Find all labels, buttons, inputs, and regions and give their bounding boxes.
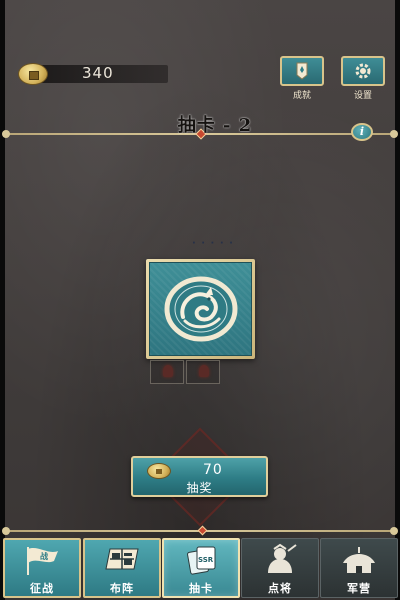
coin-icon <box>18 63 48 85</box>
gear-icon <box>355 63 371 79</box>
nav-divider <box>2 525 398 536</box>
divider-cap-left <box>2 130 10 138</box>
ssr-card-icon: SSR <box>187 546 216 575</box>
game-screen: 340 成就 设置 抽卡 - 2 i · · · · · 70 抽奖 战 征战 … <box>0 0 400 600</box>
settings-label: 设置 <box>353 91 372 101</box>
nav-item-barracks[interactable]: 军营 <box>320 538 398 598</box>
gacha-card[interactable] <box>146 259 255 359</box>
currency-value: 340 <box>82 64 114 82</box>
settings-button[interactable]: 设置 <box>341 56 385 101</box>
divider-cap-left <box>2 527 10 535</box>
nav-label-gacha: 抽卡 <box>189 582 213 595</box>
achievements-label: 成就 <box>292 91 311 101</box>
achievements-icon-box <box>280 56 324 86</box>
nav-label-formation: 布阵 <box>110 582 134 595</box>
nav-item-formation[interactable]: 布阵 <box>83 538 161 598</box>
world-label: · · · · · <box>192 238 234 249</box>
dragon-emblem-icon <box>164 276 237 342</box>
page-title: 抽卡 - 2 <box>177 115 253 136</box>
draw-button[interactable]: 70 抽奖 <box>131 456 268 497</box>
general-icon <box>268 543 297 573</box>
divider-cap-right <box>390 527 398 535</box>
formation-flag-icon <box>105 548 139 570</box>
unit-figure-icon <box>199 365 209 377</box>
slot-left <box>150 360 184 384</box>
slot-right <box>186 360 220 384</box>
achievements-button[interactable]: 成就 <box>280 56 324 101</box>
divider-cap-right <box>390 130 398 138</box>
draw-label: 抽奖 <box>186 481 213 495</box>
nav-item-gacha[interactable]: SSR 抽卡 <box>162 538 240 598</box>
nav-label-campaign: 征战 <box>30 582 54 595</box>
war-flag-icon: 战 <box>27 547 58 575</box>
currency-bar: 340 <box>18 63 168 85</box>
settings-icon-box <box>341 56 385 86</box>
unit-figure-icon <box>163 365 173 377</box>
nav-label-generals: 点将 <box>268 582 292 595</box>
draw-cost: 70 <box>203 462 223 478</box>
banner-icon <box>296 62 308 80</box>
ssr-badge: SSR <box>198 556 214 564</box>
card-face <box>149 262 252 356</box>
divider-gem-icon <box>197 525 208 536</box>
bottom-nav: 战 征战 布阵 SSR 抽卡 点将 军营 <box>0 537 400 600</box>
barracks-tent-icon <box>343 547 375 573</box>
nav-label-barracks: 军营 <box>347 582 371 595</box>
info-button[interactable]: i <box>351 123 373 141</box>
left-letterbox <box>0 0 5 600</box>
svg-text:战: 战 <box>40 551 48 561</box>
card-slots <box>150 360 224 386</box>
right-letterbox <box>395 0 400 600</box>
nav-item-generals[interactable]: 点将 <box>241 538 319 598</box>
coin-icon <box>147 463 171 479</box>
nav-item-campaign[interactable]: 战 征战 <box>3 538 81 598</box>
